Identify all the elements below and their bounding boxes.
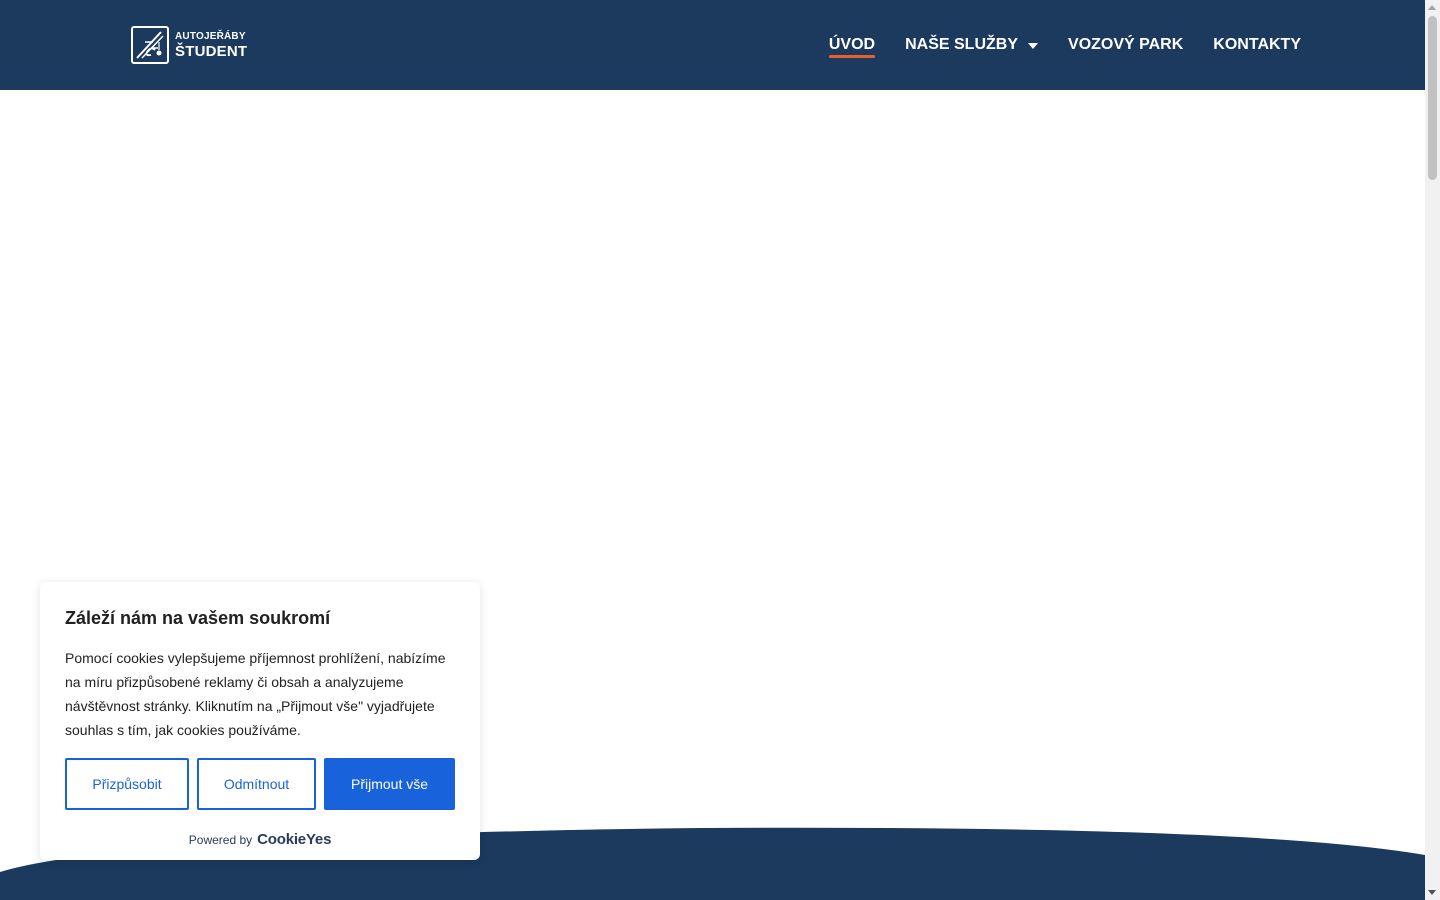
scroll-thumb[interactable] xyxy=(1428,16,1437,180)
logo-text: AUTOJEŘÁBY ŠTUDENT xyxy=(175,30,248,60)
nav-label: NAŠE SLUŽBY xyxy=(905,36,1019,53)
logo-line-1: AUTOJEŘÁBY xyxy=(175,30,246,42)
accept-all-button[interactable]: Přijmout vše xyxy=(324,758,455,810)
nav-item-vozovy-park[interactable]: VOZOVÝ PARK xyxy=(1068,0,1183,90)
nav-item-kontakty[interactable]: KONTAKTY xyxy=(1213,0,1301,90)
powered-by-label: Powered by xyxy=(188,832,253,847)
nav-label: KONTAKTY xyxy=(1213,36,1301,53)
site-header: AUTOJEŘÁBY ŠTUDENT ÚVOD NAŠE SLUŽBY VOZO… xyxy=(0,0,1425,90)
page-scrollbar[interactable] xyxy=(1425,0,1440,900)
scroll-down-arrow-icon[interactable] xyxy=(1428,890,1436,895)
main-nav: ÚVOD NAŠE SLUŽBY VOZOVÝ PARK KONTAKTY xyxy=(799,0,1301,90)
caret-down-icon xyxy=(1028,43,1039,49)
site-logo[interactable]: AUTOJEŘÁBY ŠTUDENT xyxy=(131,24,247,66)
nav-label: ÚVOD xyxy=(828,36,876,53)
customize-button[interactable]: Přizpůsobit xyxy=(65,758,189,810)
cookie-description: Pomocí cookies vylepšujeme příjemnost pr… xyxy=(65,650,446,738)
cookie-button-row: Přizpůsobit Odmítnout Přijmout vše xyxy=(65,758,455,810)
nav-item-uvod[interactable]: ÚVOD xyxy=(828,0,876,90)
scroll-up-arrow-icon[interactable] xyxy=(1428,5,1436,10)
logo-line-2: ŠTUDENT xyxy=(175,42,248,60)
cookie-title: Záleží nám na vašem soukromí xyxy=(65,608,331,628)
nav-item-nase-sluzby[interactable]: NAŠE SLUŽBY xyxy=(905,0,1039,90)
cookie-consent-banner: Záleží nám na vašem soukromí Pomocí cook… xyxy=(40,582,480,860)
nav-label: VOZOVÝ PARK xyxy=(1068,36,1184,53)
reject-button[interactable]: Odmítnout xyxy=(197,758,316,810)
powered-by: Powered by CookieYes xyxy=(40,831,480,848)
cookieyes-brand-logo[interactable]: CookieYes xyxy=(257,831,331,848)
page: AUTOJEŘÁBY ŠTUDENT ÚVOD NAŠE SLUŽBY VOZO… xyxy=(0,0,1440,900)
crane-logo-icon xyxy=(131,26,169,64)
